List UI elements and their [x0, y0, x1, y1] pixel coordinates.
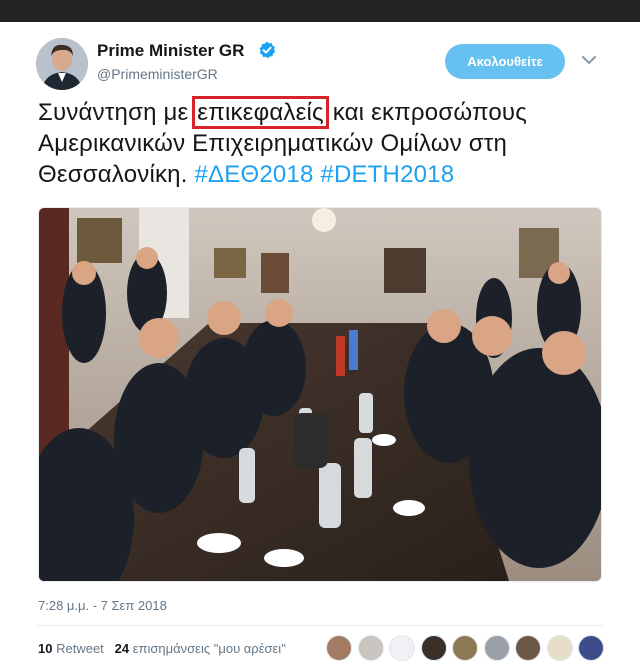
top-bar	[0, 0, 640, 22]
tweet-stats: 10 Retweet 24 επισημάνσεις "μου αρέσει"	[38, 641, 286, 656]
tweet-line-2: Αμερικανικών Επιχειρηματικών Ομίλων στη	[38, 130, 508, 157]
tweet-text-rest: και εκπροσώπους	[325, 99, 528, 126]
like-count[interactable]: 24	[115, 641, 129, 656]
liker-avatar[interactable]	[578, 635, 604, 661]
verified-badge-icon	[259, 41, 276, 59]
chevron-down-icon[interactable]	[580, 53, 598, 67]
highlighted-word: επικεφαλείς	[192, 96, 329, 129]
liker-avatar[interactable]	[326, 635, 352, 661]
liker-avatar[interactable]	[389, 635, 415, 661]
account-avatar[interactable]	[36, 38, 88, 90]
account-name[interactable]: Prime Minister GR	[97, 41, 244, 61]
tweet-text-start: Συνάντηση με	[38, 99, 196, 126]
tweet-photo[interactable]	[38, 207, 602, 582]
liker-avatar[interactable]	[452, 635, 478, 661]
likers-avatar-list	[326, 635, 610, 663]
hashtag-link[interactable]: #ΔΕΘ2018	[194, 161, 313, 188]
retweet-count[interactable]: 10	[38, 641, 52, 656]
liker-avatar[interactable]	[357, 635, 384, 661]
retweet-label[interactable]: Retweet	[56, 641, 104, 656]
like-label[interactable]: επισημάνσεις "μου αρέσει"	[133, 641, 286, 656]
account-handle[interactable]: @PrimeministerGR	[97, 66, 218, 82]
avatar-portrait	[36, 38, 88, 90]
stats-divider	[36, 625, 604, 626]
tweet-line-3: Θεσσαλονίκη. #ΔΕΘ2018 #DETH2018	[38, 159, 618, 190]
liker-avatar[interactable]	[515, 635, 541, 661]
hashtag-link[interactable]: #DETH2018	[320, 161, 454, 188]
liker-avatar[interactable]	[546, 635, 573, 661]
tweet-line-1: Συνάντηση με επικεφαλείς και εκπροσώπους	[38, 96, 618, 129]
liker-avatar[interactable]	[420, 635, 447, 661]
tweet-text: Συνάντηση με επικεφαλείς και εκπροσώπους…	[38, 96, 618, 190]
liker-avatar[interactable]	[483, 635, 510, 661]
meeting-photo-illustration	[39, 208, 601, 581]
tweet-text-city: Θεσσαλονίκη.	[38, 161, 195, 188]
following-button[interactable]: Ακολουθείτε	[445, 44, 565, 79]
tweet-timestamp[interactable]: 7:28 μ.μ. - 7 Σεπ 2018	[38, 598, 167, 613]
